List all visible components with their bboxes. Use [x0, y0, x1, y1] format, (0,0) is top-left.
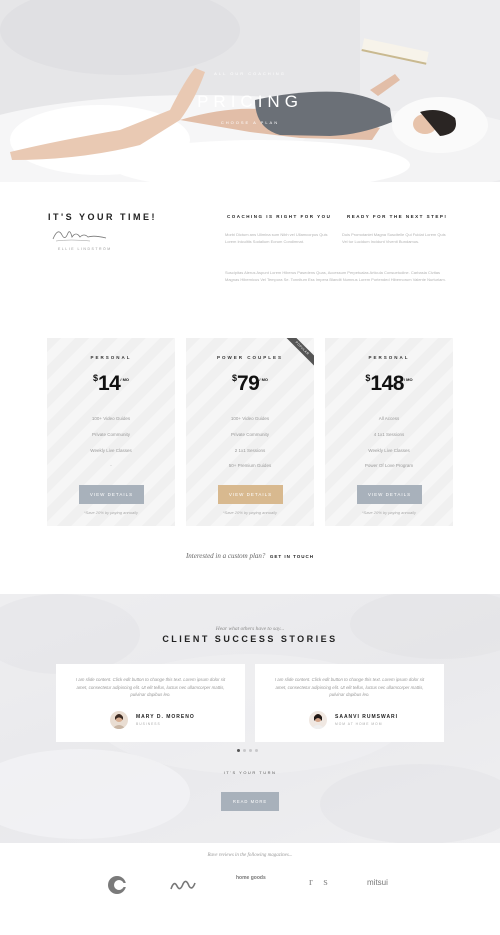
- testimonials-kicker: Hear what others have to say...: [215, 626, 285, 632]
- plan-feature: Weekly Live Classes: [368, 448, 410, 453]
- testimonial-text: I am slide content. Click edit button to…: [274, 677, 425, 697]
- wave-logo: [170, 878, 196, 897]
- carousel-dot[interactable]: [255, 749, 258, 752]
- plan-feature: All Access: [378, 416, 400, 421]
- plan-name: POWER COUPLES: [216, 355, 283, 360]
- column-text-coaching: Morbi Dictum ans Ulimina sum Nibh vel Ul…: [225, 232, 328, 244]
- testimonials-section: Hear what others have to say... CLIENT S…: [0, 594, 500, 843]
- plan-feature: Private Community: [230, 432, 269, 437]
- plan-save-note: *Save 20% by paying annually: [222, 510, 278, 515]
- custom-plan-line: Interested in a custom plan? GET IN TOUC…: [0, 545, 500, 563]
- hero-kicker: ALL OUR COACHING: [214, 71, 286, 76]
- plan-feature: 50+ Premium Guides: [228, 463, 272, 468]
- rs-logo: r s: [309, 876, 332, 888]
- carousel-dots: [237, 749, 258, 752]
- plan-feature: 100+ Video Guides: [230, 416, 270, 421]
- plan-feature: Power Of Love Program: [364, 463, 414, 468]
- pricing-card-power-couples: POPULAR POWER COUPLES $79/ MO 100+ Video…: [186, 338, 314, 526]
- intro-paragraph: Suscipitas Alerus Aspunt Lorem Hiberus P…: [225, 270, 446, 282]
- plan-feature: Private Community: [91, 432, 130, 437]
- hero-banner: ALL OUR COACHING PRICING CHOOSE A PLAN: [0, 0, 500, 182]
- plan-price: $79/ MO: [231, 372, 269, 395]
- testimonials-title: CLIENT SUCCESS STORIES: [162, 634, 338, 644]
- c-logo: [106, 874, 128, 901]
- custom-plan-question: Interested in a custom plan?: [185, 552, 266, 560]
- page-title: PRICING: [197, 92, 303, 111]
- column-heading-next-step: READY FOR THE NEXT STEP!: [347, 214, 448, 219]
- testimonial-role: MOM AT HOME MOM: [335, 722, 383, 726]
- avatar: [309, 711, 327, 729]
- plan-feature: 100+ Video Guides: [91, 416, 131, 421]
- avatar: [110, 711, 128, 729]
- pricing-card-personal-premium: PERSONAL $148/ MO All Access 4 1x1 Sessi…: [325, 338, 453, 526]
- carousel-dot[interactable]: [237, 749, 240, 752]
- column-text-next-step: Duis Promotaniet Magna Suscitelle Qui Fu…: [342, 232, 446, 244]
- plan-price: $14/ MO: [92, 372, 130, 395]
- testimonial-role: BUSINESS: [136, 722, 161, 726]
- testimonial-card: I am slide content. Click edit button to…: [255, 664, 444, 742]
- hero-subtitle: CHOOSE A PLAN: [220, 120, 280, 125]
- mitsui-logo: mitsui: [367, 878, 388, 887]
- intro-heading: IT'S YOUR TIME!: [48, 212, 157, 222]
- column-heading-coaching: COACHING IS RIGHT FOR YOU: [227, 214, 332, 219]
- plan-save-note: *Save 20% by paying annually: [361, 510, 417, 515]
- view-details-button[interactable]: VIEW DETAILS: [357, 485, 422, 504]
- plan-name: PERSONAL: [90, 355, 132, 360]
- testimonial-name: MARY D. MORENO: [136, 714, 195, 720]
- view-details-button[interactable]: VIEW DETAILS: [218, 485, 283, 504]
- plan-name: PERSONAL: [368, 355, 410, 360]
- plan-feature: 4 1x1 Sessions: [373, 432, 405, 437]
- testimonial-text: I am slide content. Click edit button to…: [75, 677, 226, 697]
- pricing-card-personal: PERSONAL $14/ MO 100+ Video Guides Priva…: [47, 338, 175, 526]
- read-more-button[interactable]: READ MORE: [221, 792, 279, 811]
- plan-save-note: *Save 20% by paying annually: [83, 510, 139, 515]
- press-title: Rave reviews in the following magazines.…: [207, 853, 293, 858]
- home-goods-logo: home goods: [236, 875, 266, 881]
- carousel-dot[interactable]: [249, 749, 252, 752]
- plan-price: $148/ MO: [365, 372, 413, 395]
- plan-feature: -: [110, 463, 112, 468]
- plan-feature: 2 1x1 Sessions: [234, 448, 266, 453]
- signature-image: [52, 231, 107, 242]
- carousel-dot[interactable]: [243, 749, 246, 752]
- signature-name: ELLIE LINDSTRÖM: [58, 247, 112, 251]
- testimonial-name: SAANVI RUMSWARI: [335, 714, 399, 720]
- get-in-touch-link[interactable]: GET IN TOUCH: [270, 554, 314, 559]
- testimonial-card: I am slide content. Click edit button to…: [56, 664, 245, 742]
- view-details-button[interactable]: VIEW DETAILS: [79, 485, 144, 504]
- hero-photo: [0, 0, 500, 182]
- popular-badge: POPULAR: [286, 338, 314, 366]
- plan-feature: Weekly Live Classes: [90, 448, 132, 453]
- your-turn-label: IT'S YOUR TURN: [223, 770, 277, 775]
